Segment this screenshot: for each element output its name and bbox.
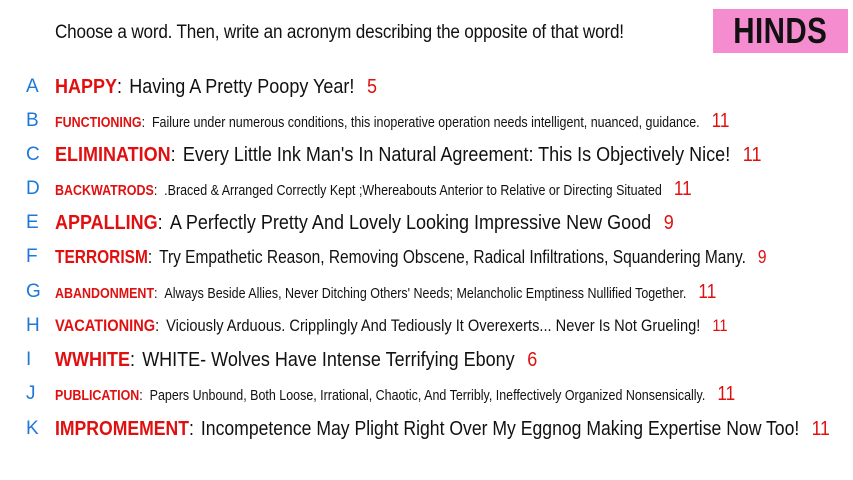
entry-content: BACKWATRODS: .Braced & Arranged Correctl…	[55, 178, 692, 201]
entry-letter-count: 9	[663, 211, 674, 234]
entry-content: APPALLING: A Perfectly Pretty And Lovely…	[55, 212, 674, 235]
entry-content: TERRORISM: Try Empathetic Reason, Removi…	[55, 247, 767, 268]
entry-letter: B	[26, 110, 39, 131]
entry-letter-count: 11	[712, 316, 728, 335]
entry-acronym: Always Beside Allies, Never Ditching Oth…	[164, 285, 687, 302]
entry-letter-count: 9	[757, 246, 767, 267]
entry-letter-count: 6	[527, 348, 538, 371]
entry-acronym: Papers Unbound, Both Loose, Irrational, …	[149, 387, 706, 404]
entry-word: PUBLICATION	[55, 387, 140, 404]
entry-acronym: .Braced & Arranged Correctly Kept ;Where…	[164, 182, 662, 199]
entry-letter-count: 5	[366, 75, 377, 98]
entry-colon: :	[154, 285, 158, 302]
entry-letter: D	[26, 178, 40, 199]
entry-letter-count: 11	[673, 177, 692, 200]
entry-letter: J	[26, 383, 36, 404]
entry-content: IMPROMEMENT: Incompetence May Plight Rig…	[55, 418, 830, 441]
entry-letter: G	[26, 281, 41, 302]
entry-acronym: Every Little Ink Man's In Natural Agreem…	[182, 143, 731, 166]
entry-letter: I	[26, 349, 32, 370]
entry-letter-count: 11	[698, 280, 717, 303]
entry-acronym: WHITE- Wolves Have Intense Terrifying Eb…	[142, 348, 515, 371]
entry-colon: :	[155, 316, 160, 335]
entry-word: IMPROMEMENT	[55, 417, 189, 440]
entry-colon: :	[153, 182, 158, 199]
entry-acronym: Try Empathetic Reason, Removing Obscene,…	[159, 246, 746, 267]
entry-word: APPALLING	[55, 211, 158, 234]
entry-content: VACATIONING: Viciously Arduous. Cripplin…	[55, 316, 728, 336]
entry-colon: :	[157, 211, 163, 234]
entry-word: VACATIONING	[55, 316, 156, 335]
entry-acronym: Failure under numerous conditions, this …	[151, 114, 700, 131]
entry-letter-count: 11	[742, 143, 762, 166]
entry-colon: :	[117, 75, 123, 98]
entry-word: TERRORISM	[55, 246, 148, 267]
entry-content: WWHITE: WHITE- Wolves Have Intense Terri…	[55, 349, 537, 372]
entry-letter: C	[26, 144, 40, 165]
entry-word: FUNCTIONING	[55, 114, 142, 131]
entry-colon: :	[147, 246, 153, 267]
entry-colon: :	[188, 417, 194, 440]
entry-letter: A	[26, 76, 39, 97]
entry-word: ABANDONMENT	[55, 285, 155, 302]
entry-acronym: Having A Pretty Poopy Year!	[129, 75, 355, 98]
entry-colon: :	[139, 387, 143, 404]
entry-colon: :	[129, 348, 135, 371]
entry-word: HAPPY	[55, 75, 118, 98]
entry-content: PUBLICATION: Papers Unbound, Both Loose,…	[55, 383, 735, 406]
entry-letter: F	[26, 246, 38, 267]
entry-acronym: Incompetence May Plight Right Over My Eg…	[200, 417, 800, 440]
acronym-list: A HAPPY: Having A Pretty Poopy Year! 5 B…	[0, 0, 853, 480]
entry-letter-count: 11	[717, 382, 736, 405]
entry-word: BACKWATRODS	[55, 182, 154, 199]
entry-colon: :	[170, 143, 176, 166]
entry-letter-count: 11	[811, 417, 830, 440]
entry-content: FUNCTIONING: Failure under numerous cond…	[55, 110, 729, 133]
entry-letter-count: 11	[711, 109, 730, 132]
entry-letter: E	[26, 212, 39, 233]
entry-letter: K	[26, 418, 39, 439]
entry-acronym: Viciously Arduous. Cripplingly And Tedio…	[166, 316, 701, 335]
entry-content: ABANDONMENT: Always Beside Allies, Never…	[55, 281, 716, 304]
entry-content: ELIMINATION: Every Little Ink Man's In N…	[55, 144, 761, 167]
entry-word: ELIMINATION	[55, 143, 171, 166]
entry-acronym: A Perfectly Pretty And Lovely Looking Im…	[169, 211, 652, 234]
entry-content: HAPPY: Having A Pretty Poopy Year! 5	[55, 76, 377, 99]
entry-word: WWHITE	[55, 348, 130, 371]
entry-colon: :	[141, 114, 146, 131]
entry-letter: H	[26, 315, 40, 336]
